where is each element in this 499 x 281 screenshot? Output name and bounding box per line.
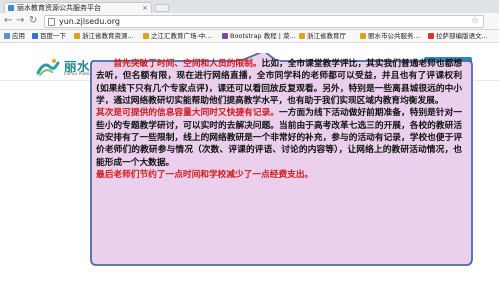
new-tab-button[interactable] xyxy=(155,4,169,12)
bookmark-item[interactable]: 应用 xyxy=(4,30,25,42)
page-icon xyxy=(48,18,55,26)
bookmark-item[interactable]: 丽水市公共服务... xyxy=(360,30,420,42)
url-text: yun.zjlsedu.org xyxy=(59,17,120,26)
address-bar-row: ← → ↻ yun.zjlsedu.org ☆ xyxy=(0,13,499,30)
reload-icon[interactable]: ↻ xyxy=(29,15,37,27)
paragraph-2: 其次是可提供的信息容量大同时又快捷有记录。一方面为线下活动做好前期准备，特别是针… xyxy=(96,108,463,168)
folder-icon xyxy=(360,33,366,39)
paragraph-3: 最后老师们节约了一点时间和学校减少了一点经费支出。 xyxy=(96,170,314,181)
logo-icon xyxy=(36,59,60,76)
folder-icon xyxy=(299,33,305,39)
back-icon[interactable]: ← xyxy=(4,15,12,27)
forward-icon[interactable]: → xyxy=(16,15,24,27)
bookmark-star-icon[interactable]: ☆ xyxy=(471,16,479,27)
browser-tab[interactable]: 丽水教育资源公共服务平台 × xyxy=(4,2,152,13)
bookmark-item[interactable]: Bootstrap 教程 | 菜... xyxy=(222,30,296,42)
bookmark-item[interactable]: 百度一下 xyxy=(32,30,66,42)
callout-text: 首先突破了时间、空间和人员的限制。比如，全市课堂教学评比，其实我们普通老师也都想… xyxy=(96,58,462,181)
browser-tabbar: 丽水教育资源公共服务平台 × xyxy=(0,0,499,13)
url-input[interactable]: yun.zjlsedu.org ☆ xyxy=(44,15,484,28)
bookmark-item[interactable]: 之江汇教育广场-中... xyxy=(143,30,212,42)
close-icon[interactable]: × xyxy=(142,3,148,13)
bookmarks-bar: 应用 百度一下 浙江省教育资源... 之江汇教育广场-中... Bootstra… xyxy=(0,30,499,43)
folder-icon xyxy=(74,33,80,39)
paragraph-1: 首先突破了时间、空间和人员的限制。比如，全市课堂教学评比，其实我们普通老师也都想… xyxy=(96,59,463,107)
bookmark-item[interactable]: 浙江省教育厅 xyxy=(299,30,346,42)
bootstrap-icon xyxy=(222,33,228,39)
favicon-icon xyxy=(8,5,14,11)
baidu-icon xyxy=(32,33,38,39)
folder-icon xyxy=(143,33,149,39)
tab-title: 丽水教育资源公共服务平台 xyxy=(17,4,101,12)
bookmark-item[interactable]: 浙江省教育资源... xyxy=(74,30,134,42)
bookmark-icon xyxy=(428,33,434,39)
bookmark-item[interactable]: 拉萨部编版语文... xyxy=(428,30,488,42)
apps-icon xyxy=(4,33,10,39)
